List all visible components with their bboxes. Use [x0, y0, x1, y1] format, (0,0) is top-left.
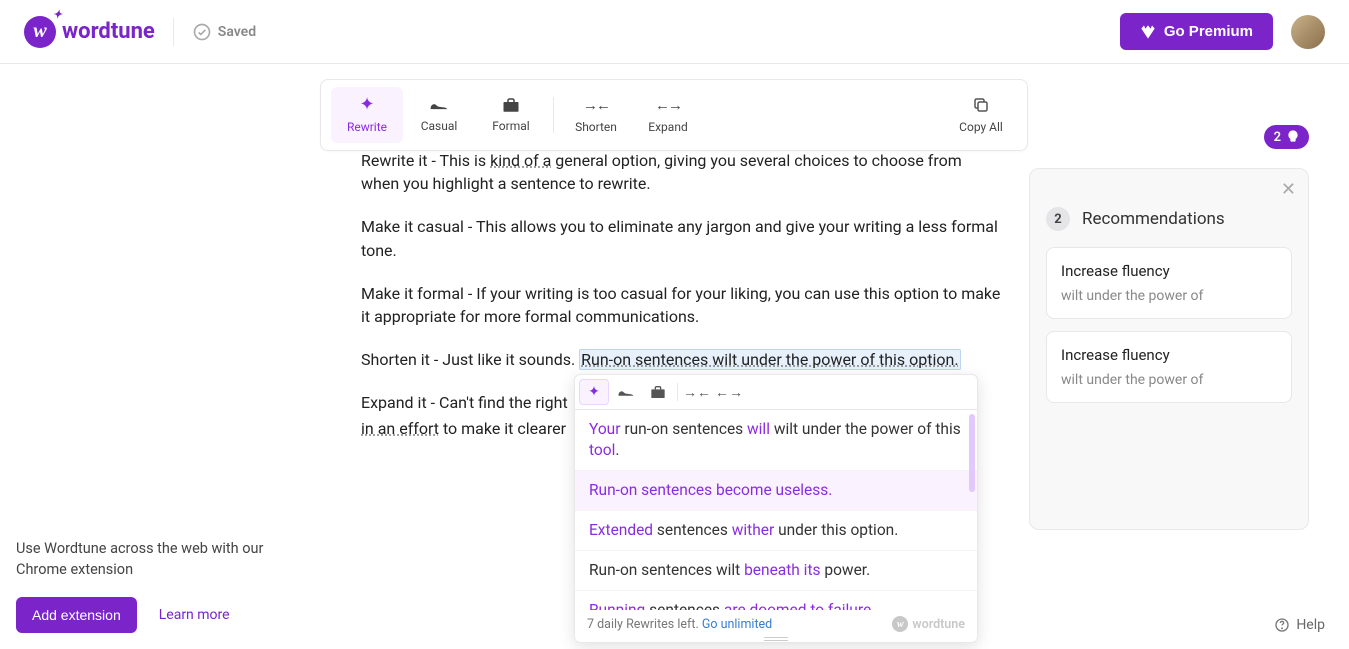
- suggestion-item[interactable]: Run-on sentences become useless.: [575, 471, 977, 511]
- logo[interactable]: w wordtune: [24, 16, 155, 48]
- sparkle-icon: ✦: [359, 96, 374, 114]
- app-header: w wordtune Saved Go Premium: [0, 0, 1349, 64]
- paragraph: Make it formal - If your writing is too …: [361, 282, 1001, 328]
- tool-label: Casual: [421, 119, 458, 133]
- arrows-out-icon: ←→: [655, 96, 681, 114]
- suggestion-item[interactable]: Extended sentences wither under this opt…: [575, 511, 977, 551]
- header-right: Go Premium: [1120, 13, 1325, 50]
- go-premium-button[interactable]: Go Premium: [1120, 13, 1273, 50]
- recommendation-card[interactable]: Increase fluency wilt under the power of: [1046, 247, 1292, 319]
- arrows-out-icon: ←→: [715, 384, 743, 401]
- rec-card-subtitle: wilt under the power of: [1061, 288, 1277, 304]
- arrows-in-icon: →←: [683, 384, 711, 401]
- learn-more-link[interactable]: Learn more: [159, 607, 230, 623]
- avatar[interactable]: [1291, 15, 1325, 49]
- popup-tool-shorten[interactable]: →←: [682, 379, 712, 405]
- ext-text: Use Wordtune across the web with our Chr…: [16, 538, 276, 582]
- rec-title: Recommendations: [1082, 209, 1225, 229]
- copy-all-label: Copy All: [959, 120, 1003, 134]
- checkmark-circle-icon: [192, 22, 212, 42]
- divider: [677, 383, 678, 401]
- drag-handle[interactable]: [764, 637, 788, 640]
- brand-text: wordtune: [62, 19, 155, 44]
- rec-card-title: Increase fluency: [1061, 262, 1277, 280]
- go-unlimited-link[interactable]: Go unlimited: [702, 617, 772, 632]
- rec-card-subtitle: wilt under the power of: [1061, 372, 1277, 388]
- sneaker-icon: [429, 97, 449, 113]
- rec-badge-count: 2: [1274, 130, 1281, 145]
- popup-tool-casual[interactable]: [611, 379, 641, 405]
- header-left: w wordtune Saved: [24, 16, 256, 48]
- popup-tool-rewrite[interactable]: ✦: [579, 379, 609, 405]
- help-button[interactable]: Help: [1274, 617, 1325, 633]
- help-label: Help: [1296, 617, 1325, 633]
- arrows-in-icon: →←: [583, 96, 609, 114]
- popup-toolbar: ✦ →← ←→: [575, 375, 977, 410]
- suggestion-item[interactable]: Run-on sentences wilt beneath its power.: [575, 551, 977, 591]
- briefcase-icon: [650, 385, 666, 399]
- logo-mark-icon: w: [892, 616, 908, 632]
- premium-label: Go Premium: [1164, 23, 1253, 40]
- rewrite-toolbar: ✦ Rewrite Casual Formal →← Shorten ←→ Expand Co…: [320, 79, 1028, 151]
- tool-label: Formal: [492, 119, 529, 133]
- add-extension-button[interactable]: Add extension: [16, 597, 137, 633]
- tool-label: Expand: [648, 120, 687, 134]
- sneaker-icon: [617, 385, 635, 399]
- saved-label: Saved: [218, 24, 256, 40]
- recommendations-badge[interactable]: 2: [1264, 125, 1309, 149]
- suggestion-item[interactable]: Running sentences are doomed to failure.: [575, 591, 977, 610]
- popup-tool-formal[interactable]: [643, 379, 673, 405]
- rewrites-left: 7 daily Rewrites left. Go unlimited: [587, 617, 772, 632]
- briefcase-icon: [502, 97, 520, 113]
- popup-brand: w wordtune: [892, 616, 965, 632]
- popup-footer: 7 daily Rewrites left. Go unlimited w wo…: [575, 610, 977, 642]
- tool-expand[interactable]: ←→ Expand: [632, 87, 704, 143]
- tool-label: Shorten: [575, 120, 617, 134]
- save-status: Saved: [192, 22, 256, 42]
- close-icon[interactable]: ✕: [1281, 179, 1296, 200]
- divider: [553, 97, 554, 133]
- paragraph: Rewrite it - This is kind of a general o…: [361, 149, 1001, 172]
- suggestion-list[interactable]: Your run-on sentences will wilt under th…: [575, 410, 977, 610]
- paragraph: Shorten it - Just like it sounds. Run-on…: [361, 348, 1001, 371]
- popup-tool-expand[interactable]: ←→: [714, 379, 744, 405]
- selected-text[interactable]: Run-on sentences wilt under the power of…: [579, 349, 960, 370]
- rec-header: 2 Recommendations: [1046, 207, 1292, 231]
- paragraph: when you highlight a sentence to rewrite…: [361, 172, 1001, 195]
- recommendations-panel: ✕ 2 Recommendations Increase fluency wilt…: [1029, 168, 1309, 530]
- lightbulb-icon: [1285, 129, 1301, 145]
- tool-label: Rewrite: [347, 120, 387, 134]
- scrollbar[interactable]: [969, 414, 975, 492]
- paragraph: Make it casual - This allows you to elim…: [361, 215, 1001, 261]
- suggestion-item[interactable]: Your run-on sentences will wilt under th…: [575, 410, 977, 471]
- sparkle-icon: ✦: [588, 384, 600, 400]
- tool-rewrite[interactable]: ✦ Rewrite: [331, 87, 403, 143]
- help-icon: [1274, 617, 1290, 633]
- tool-shorten[interactable]: →← Shorten: [560, 87, 632, 143]
- copy-all-button[interactable]: Copy All: [945, 96, 1017, 134]
- logo-mark-icon: w: [24, 16, 56, 48]
- rec-card-title: Increase fluency: [1061, 346, 1277, 364]
- tool-casual[interactable]: Casual: [403, 87, 475, 143]
- divider: [173, 18, 174, 46]
- recommendation-card[interactable]: Increase fluency wilt under the power of: [1046, 331, 1292, 403]
- extension-promo: Use Wordtune across the web with our Chr…: [16, 538, 276, 634]
- copy-icon: [972, 96, 990, 114]
- rec-count: 2: [1046, 207, 1070, 231]
- diamond-icon: [1140, 24, 1156, 40]
- suggestions-popup: ✦ →← ←→ Your run-on sentences will wilt …: [574, 374, 978, 643]
- tool-formal[interactable]: Formal: [475, 87, 547, 143]
